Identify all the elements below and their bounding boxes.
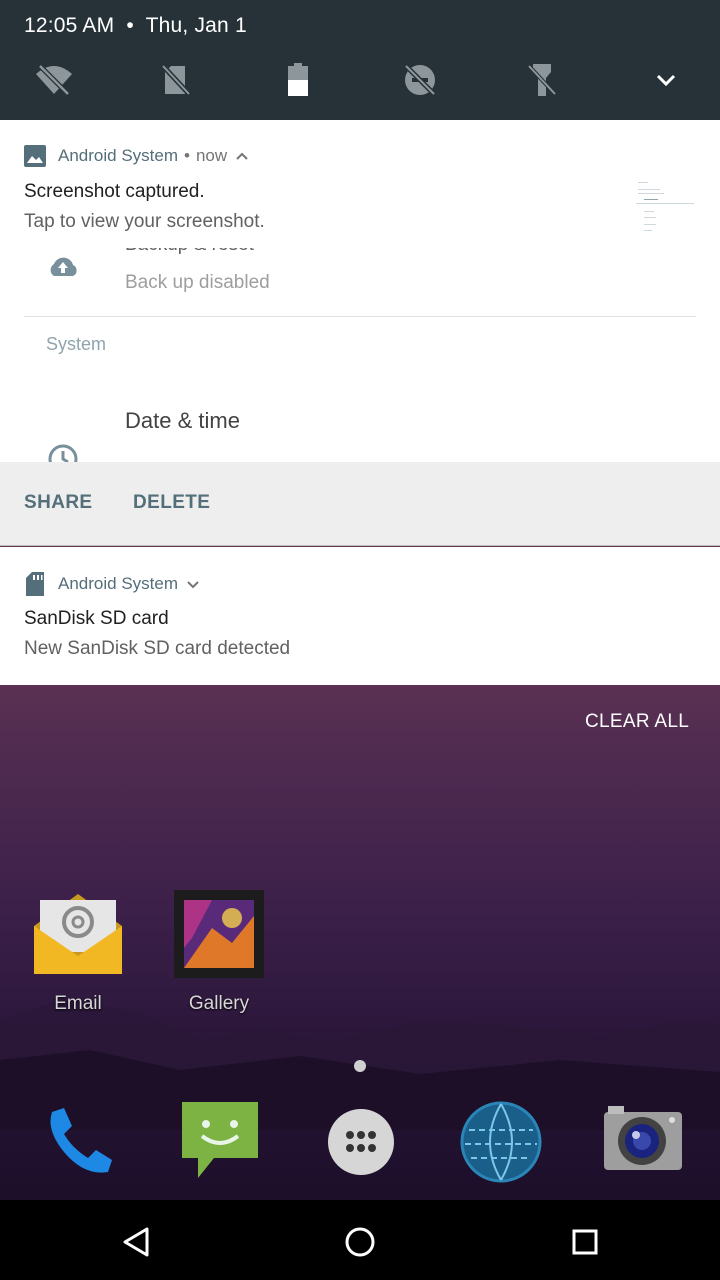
phone-icon[interactable] — [38, 1100, 122, 1184]
sim-off-icon[interactable] — [150, 54, 202, 106]
gallery-app-label[interactable]: Gallery — [164, 993, 274, 1015]
status-time: 12:05 AM — [24, 14, 115, 37]
navigation-bar — [0, 1200, 720, 1280]
notification-app-name: Android System — [58, 146, 178, 165]
page-indicator — [354, 1060, 366, 1072]
back-icon[interactable] — [112, 1218, 160, 1266]
sd-card-icon — [26, 572, 44, 596]
preview-backup-title: Backup & reset — [125, 248, 254, 256]
email-app-icon[interactable] — [30, 886, 126, 982]
notification-header: Android System — [24, 569, 200, 599]
gallery-app-icon[interactable] — [172, 888, 268, 984]
recents-icon[interactable] — [561, 1218, 609, 1266]
screenshot-preview[interactable]: Backup & reset Back up disabled System D… — [0, 248, 720, 462]
app-drawer-icon[interactable] — [319, 1100, 403, 1184]
wifi-off-icon[interactable] — [28, 54, 80, 106]
notification-text: Tap to view your screenshot. — [24, 211, 265, 232]
status-time-date[interactable]: 12:05 AM • Thu, Jan 1 — [24, 14, 247, 38]
chevron-down-icon[interactable] — [186, 577, 200, 591]
status-separator: • — [126, 14, 134, 37]
camera-icon[interactable] — [600, 1100, 684, 1184]
preview-divider — [24, 316, 696, 317]
preview-date-time: Date & time — [125, 408, 240, 433]
screenshot-thumbnail[interactable] — [634, 176, 696, 234]
notification-dot: • — [184, 146, 190, 165]
battery-icon[interactable] — [272, 54, 324, 106]
notification-actions: SHARE DELETE — [0, 462, 720, 546]
cloud-upload-icon — [50, 257, 77, 276]
notification-header: Android System • now — [24, 141, 249, 171]
clock-icon — [48, 444, 78, 462]
notification-text: New SanDisk SD card detected — [24, 638, 291, 659]
email-app-label[interactable]: Email — [23, 993, 133, 1015]
chevron-up-icon[interactable] — [235, 149, 249, 163]
browser-icon[interactable] — [459, 1100, 543, 1184]
sd-card-notification[interactable]: Android System SanDisk SD card New SanDi… — [0, 547, 720, 685]
screenshot-notification[interactable]: Android System • now Screenshot captured… — [0, 120, 720, 546]
quick-settings-icons — [0, 54, 720, 106]
flashlight-off-icon[interactable] — [516, 54, 568, 106]
notification-app-name: Android System — [58, 574, 178, 593]
delete-button[interactable]: DELETE — [133, 492, 210, 514]
image-icon — [24, 145, 46, 167]
home-icon[interactable] — [336, 1218, 384, 1266]
expand-icon[interactable] — [640, 54, 692, 106]
quick-settings-header: 12:05 AM • Thu, Jan 1 — [0, 0, 720, 120]
clear-all-button[interactable]: CLEAR ALL — [585, 711, 689, 733]
do-not-disturb-off-icon[interactable] — [394, 54, 446, 106]
messaging-icon[interactable] — [178, 1100, 262, 1184]
status-date: Thu, Jan 1 — [145, 14, 247, 37]
preview-backup-subtitle: Back up disabled — [125, 272, 270, 293]
notification-time: now — [195, 146, 228, 165]
preview-section-system: System — [46, 334, 107, 354]
notification-title: SanDisk SD card — [24, 608, 169, 629]
share-button[interactable]: SHARE — [24, 492, 93, 514]
notification-title: Screenshot captured. — [24, 181, 205, 202]
